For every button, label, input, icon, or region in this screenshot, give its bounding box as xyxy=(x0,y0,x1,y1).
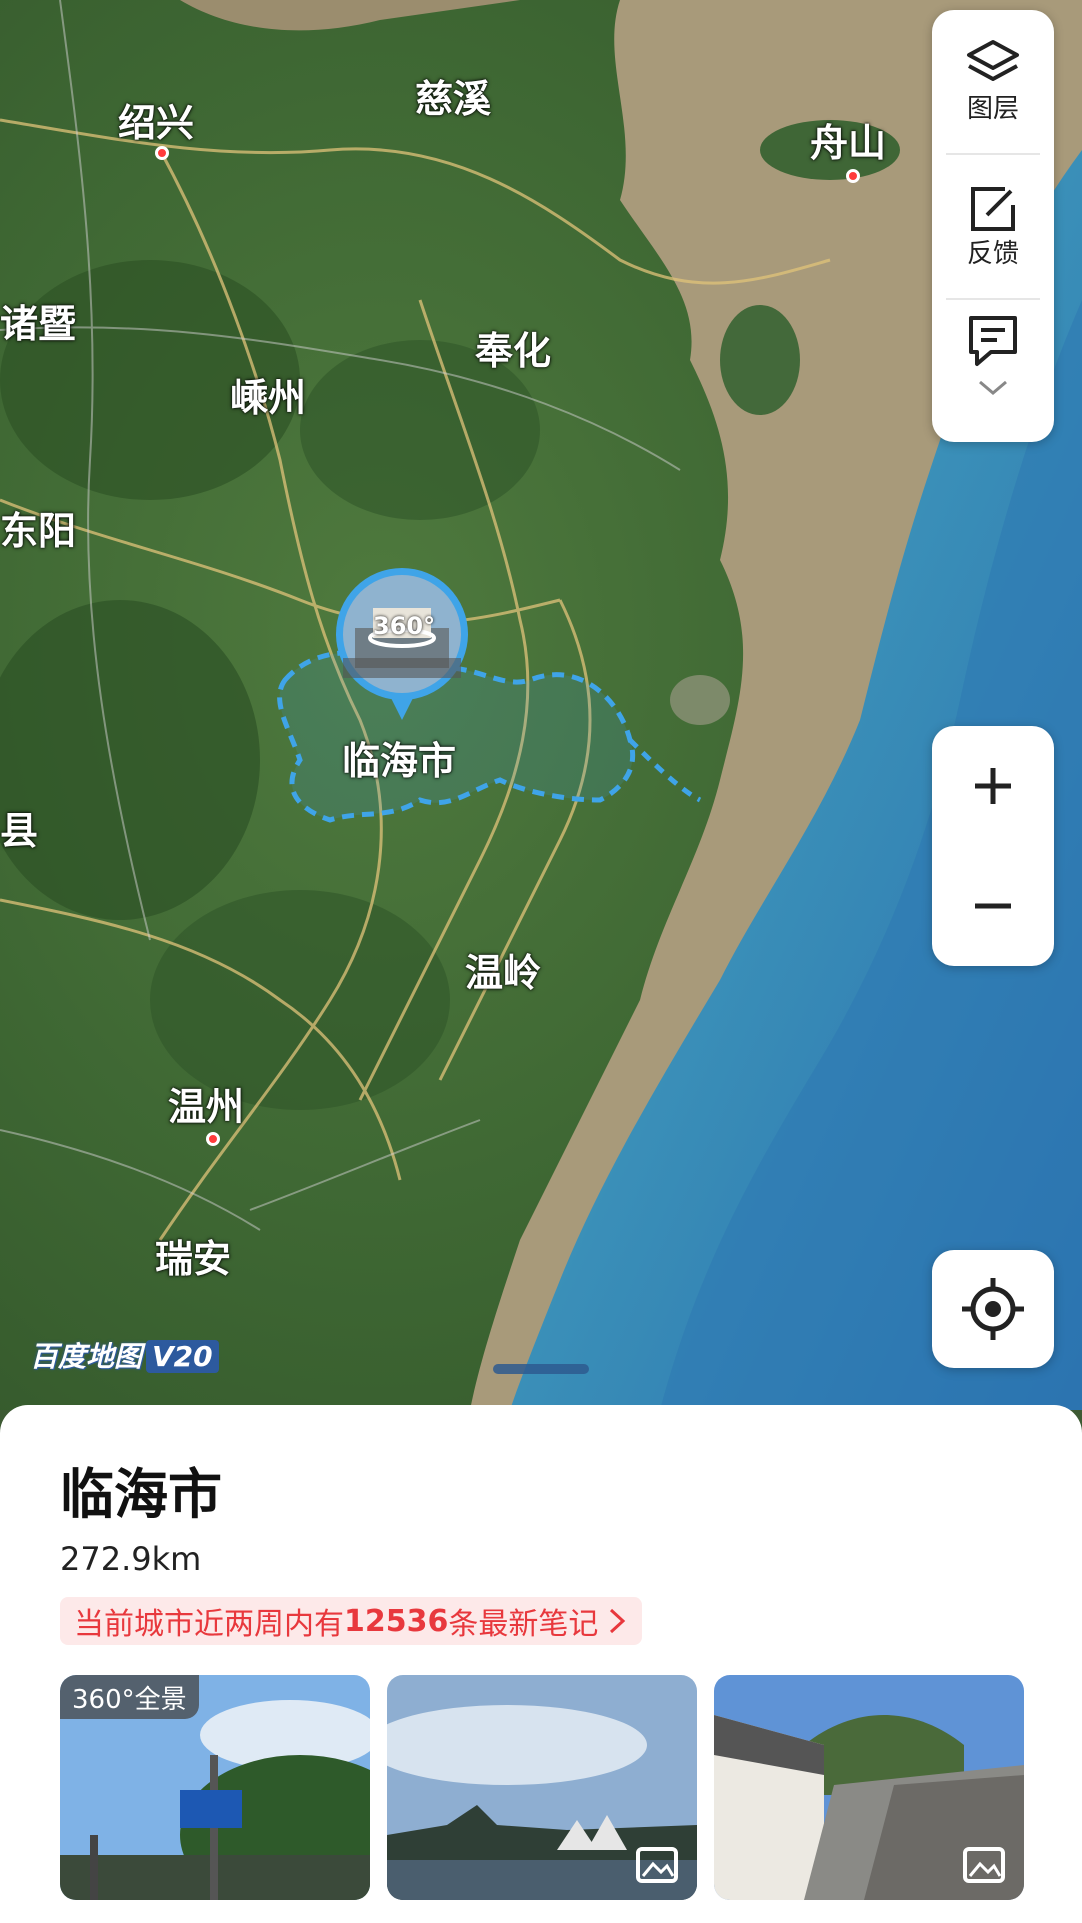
notes-prefix: 当前城市近两周内有 xyxy=(74,1607,344,1642)
plus-icon xyxy=(975,768,1011,804)
baidu-map-watermark: 百度地图 V20 xyxy=(30,1335,219,1375)
notes-suffix: 条最新笔记 xyxy=(448,1607,599,1642)
map-toolbar: 图层 反馈 xyxy=(932,10,1054,442)
city-label[interactable]: 温州 xyxy=(168,1076,244,1131)
image-icon xyxy=(963,1847,1005,1883)
layers-label: 图层 xyxy=(966,94,1019,124)
city-label[interactable]: 诸暨 xyxy=(0,293,76,348)
photo-thumbnail[interactable] xyxy=(387,1675,697,1900)
city-label[interactable]: 温岭 xyxy=(465,942,541,997)
feedback-button[interactable]: 反馈 xyxy=(932,155,1054,298)
city-label[interactable]: 舟山 xyxy=(810,112,886,167)
place-distance: 272.9km xyxy=(60,1540,202,1578)
city-label[interactable]: 慈溪 xyxy=(415,68,491,123)
panorama-badge: 360°全景 xyxy=(60,1675,199,1719)
locate-target-icon xyxy=(962,1278,1024,1340)
panorama-badge: 360° xyxy=(373,612,436,640)
city-label[interactable]: 瑞安 xyxy=(155,1228,231,1283)
zoom-control xyxy=(932,726,1054,966)
message-button[interactable] xyxy=(932,300,1054,410)
zoom-in-button[interactable] xyxy=(932,726,1054,846)
notes-count: 12536 xyxy=(344,1603,449,1639)
image-icon xyxy=(636,1847,678,1883)
message-icon xyxy=(969,316,1017,366)
layers-icon xyxy=(967,40,1019,81)
city-label[interactable]: 绍兴 xyxy=(118,92,194,147)
photo-thumbnail[interactable] xyxy=(714,1675,1024,1900)
city-dot xyxy=(206,1132,220,1146)
city-label[interactable]: 嵊州 xyxy=(230,367,306,422)
watermark-brand: 百度地图 xyxy=(30,1340,143,1373)
watermark-version: V20 xyxy=(146,1340,219,1373)
photo-thumbnail[interactable]: 360°全景 xyxy=(60,1675,370,1900)
satellite-map[interactable]: 绍兴 慈溪 舟山 诸暨 奉化 嵊州 东阳 县 温岭 温州 瑞安 360° 临海市… xyxy=(0,0,1082,1410)
map-imagery xyxy=(0,0,1082,1410)
locate-button[interactable] xyxy=(932,1250,1054,1368)
minus-icon xyxy=(975,903,1011,909)
selected-city-label[interactable]: 临海市 xyxy=(342,730,456,785)
place-title: 临海市 xyxy=(60,1463,222,1526)
city-label[interactable]: 奉化 xyxy=(475,320,551,375)
edit-icon xyxy=(971,187,1015,231)
chevron-right-icon xyxy=(610,1608,626,1634)
city-label[interactable]: 东阳 xyxy=(0,500,76,555)
chevron-down-icon[interactable] xyxy=(976,378,1010,398)
notes-link[interactable]: 当前城市近两周内有 12536 条最新笔记 xyxy=(60,1597,643,1645)
sheet-drag-handle[interactable] xyxy=(493,1364,589,1374)
panorama-pin-icon xyxy=(336,568,468,720)
city-dot xyxy=(155,146,169,160)
zoom-out-button[interactable] xyxy=(932,846,1054,966)
panorama-marker[interactable]: 360° xyxy=(333,568,471,738)
feedback-label: 反馈 xyxy=(966,239,1019,269)
city-dot xyxy=(846,169,860,183)
city-label[interactable]: 县 xyxy=(0,800,38,855)
layers-button[interactable]: 图层 xyxy=(932,10,1054,153)
